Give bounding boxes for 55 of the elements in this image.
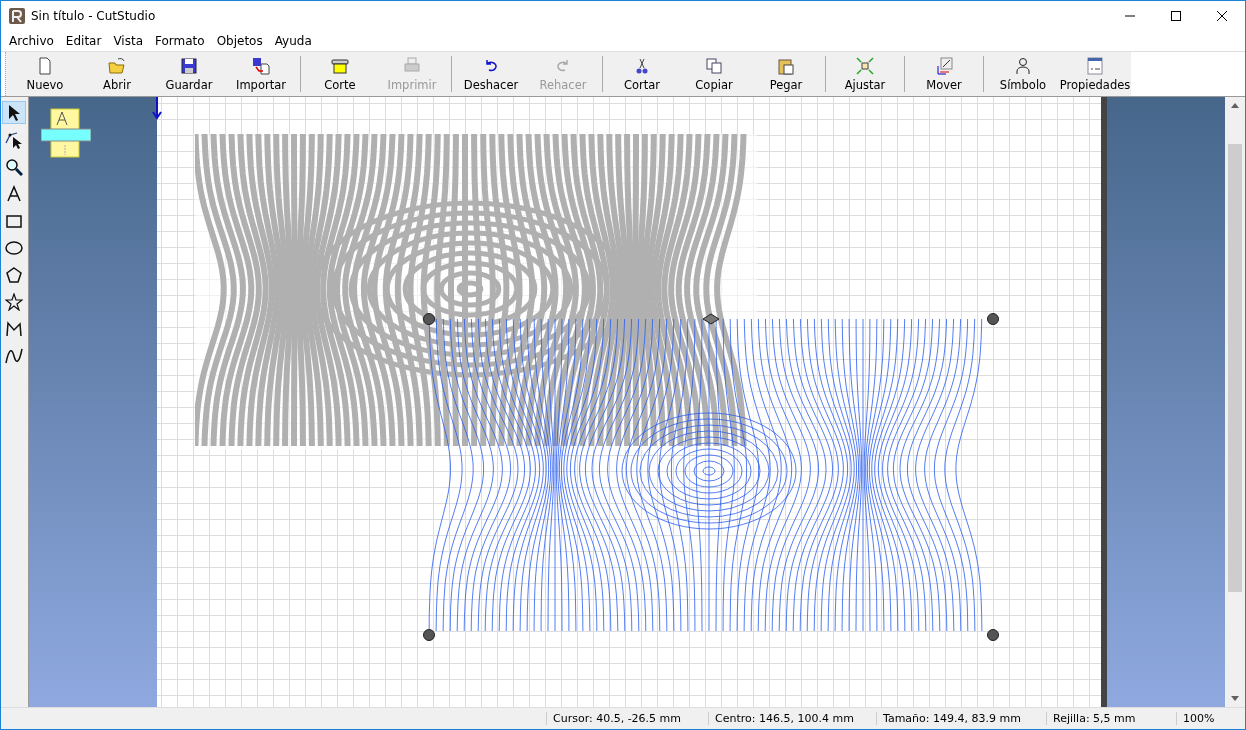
toolbar-button[interactable]: Mover: [908, 52, 980, 96]
pentagon-icon: [5, 265, 24, 284]
toolbar-button[interactable]: Ajustar: [829, 52, 901, 96]
toolbar-button[interactable]: Deshacer: [455, 52, 527, 96]
window-title: Sin título - CutStudio: [31, 8, 157, 23]
toolbar-button[interactable]: Corte: [304, 52, 376, 96]
vertical-scrollbar[interactable]: [1225, 97, 1245, 707]
page-icon: [36, 56, 54, 75]
scroll-up-icon[interactable]: [1231, 103, 1239, 108]
cutter-device-drawing: [40, 107, 91, 159]
app-logo-icon: [9, 7, 25, 24]
toolbar-button[interactable]: Pegar: [750, 52, 822, 96]
move-icon: [935, 56, 953, 75]
menu-item[interactable]: Vista: [107, 33, 149, 48]
tool-button[interactable]: [2, 101, 27, 124]
text-tool-icon: [5, 184, 24, 203]
fit-icon: [856, 56, 874, 75]
folder-icon: [108, 56, 126, 75]
origin-arrow-icon: [151, 97, 162, 121]
menu-item[interactable]: Ayuda: [268, 33, 318, 48]
ellipse-icon: [5, 238, 24, 257]
curve-icon: [5, 346, 24, 365]
toolbar-button[interactable]: Copiar: [678, 52, 750, 96]
toolbar-button[interactable]: Abrir: [81, 52, 153, 96]
toolbar-button[interactable]: Guardar: [153, 52, 225, 96]
zoom-level: 100%: [1176, 712, 1236, 725]
maximize-icon: [1171, 10, 1181, 21]
center-position: Centro: 146.5, 100.4 mm: [708, 712, 876, 725]
clipboard-icon: [777, 56, 795, 75]
toolbar-button[interactable]: Importar: [225, 52, 297, 96]
person-icon: [1014, 56, 1032, 75]
menu-item[interactable]: Objetos: [210, 33, 269, 48]
close-icon: [1217, 10, 1227, 21]
scroll-down-icon[interactable]: [1231, 696, 1239, 701]
menu-item[interactable]: Editar: [59, 33, 108, 48]
polyline-icon: [5, 319, 24, 338]
properties-icon: [1086, 56, 1104, 75]
copy-icon: [705, 56, 723, 75]
menu-item[interactable]: Archivo: [3, 33, 60, 48]
star-icon: [5, 292, 24, 311]
floppy-icon: [180, 56, 198, 75]
cursor-position: Cursor: 40.5, -26.5 mm: [546, 712, 708, 725]
object-size: Tamaño: 149.4, 83.9 mm: [876, 712, 1046, 725]
toolbar-button[interactable]: Símbolo: [987, 52, 1059, 96]
menu-item[interactable]: Formato: [149, 33, 211, 48]
cutter-icon: [331, 56, 349, 75]
toolbar-button[interactable]: Cortar: [606, 52, 678, 96]
magnifier-icon: [5, 157, 24, 176]
node-pointer-icon: [5, 130, 24, 149]
printer-icon: [403, 56, 421, 75]
import-icon: [252, 56, 270, 75]
grid-size: Rejilla: 5,5 mm: [1046, 712, 1176, 725]
toolbar-button[interactable]: Propiedades: [1059, 52, 1131, 96]
selected-contour-drawing[interactable]: [422, 313, 999, 641]
toolbar-button[interactable]: Nuevo: [9, 52, 81, 96]
